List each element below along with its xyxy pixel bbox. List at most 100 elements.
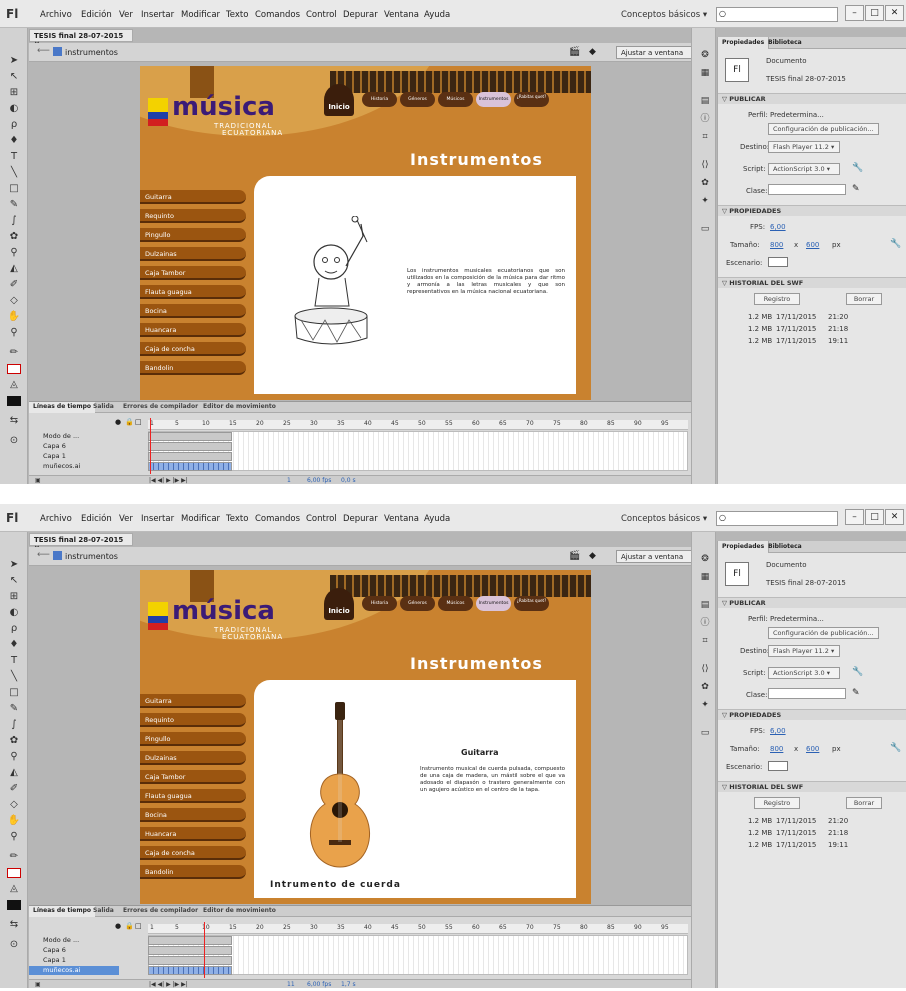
tab-editor-movimiento[interactable]: Editor de movimiento	[199, 906, 280, 917]
snap-icon[interactable]: ⊙	[7, 436, 21, 446]
destino-select[interactable]: Flash Player 11.2 ▾	[768, 141, 840, 153]
nav-instrumentos[interactable]: Instrumentos	[476, 92, 511, 107]
pencil-icon[interactable]: ✎	[852, 184, 860, 194]
menu-comandos[interactable]: Comandos	[255, 514, 300, 524]
frame-rate[interactable]: 6,00 fps	[307, 477, 331, 484]
current-frame[interactable]: 1	[287, 477, 291, 484]
stroke-swatch[interactable]	[7, 868, 21, 878]
selection-tool-icon[interactable]: ➤	[7, 56, 21, 66]
menu-item-requinto[interactable]: Requinto	[140, 713, 246, 727]
close-button[interactable]: ✕	[885, 5, 904, 21]
menu-item-pingullo[interactable]: Pingullo	[140, 732, 246, 746]
tab-propiedades[interactable]: Propiedades	[718, 541, 770, 553]
brush-tool-icon[interactable]: ∫	[7, 216, 21, 226]
menu-item-requinto[interactable]: Requinto	[140, 209, 246, 223]
menu-ver[interactable]: Ver	[119, 10, 133, 20]
menu-edicion[interactable]: Edición	[81, 10, 112, 20]
nav-musicos[interactable]: Músicos	[438, 92, 473, 107]
color-panel-icon[interactable]: ❂	[699, 554, 711, 564]
borrar-button[interactable]: Borrar	[846, 797, 882, 809]
3d-rotation-tool-icon[interactable]: ◐	[7, 104, 21, 114]
tab-lineas-de-tiempo[interactable]: Líneas de tiempo	[29, 402, 96, 413]
tab-errores[interactable]: Errores de compilador	[119, 906, 202, 917]
nav-historia[interactable]: Historia	[362, 92, 397, 107]
nav-generos[interactable]: Géneros	[400, 92, 435, 107]
menu-item-guitarra[interactable]: Guitarra	[140, 694, 246, 708]
stroke-swatch[interactable]	[7, 364, 21, 374]
menu-item-bandolin[interactable]: Bandolin	[140, 865, 246, 879]
menu-item-pingullo[interactable]: Pingullo	[140, 228, 246, 242]
lasso-tool-icon[interactable]: ρ	[7, 624, 21, 634]
pencil-tool-icon[interactable]: ✎	[7, 200, 21, 210]
elapsed-time[interactable]: 0,0 s	[341, 477, 356, 484]
menu-ventana[interactable]: Ventana	[384, 514, 419, 524]
edit-scene-icon[interactable]: 🎬	[569, 551, 580, 561]
menu-control[interactable]: Control	[306, 10, 337, 20]
menu-insertar[interactable]: Insertar	[141, 514, 174, 524]
stage-color-swatch[interactable]	[768, 761, 788, 771]
paint-bucket-icon[interactable]: ◭	[7, 768, 21, 778]
swap-colors-icon[interactable]: ⇆	[7, 416, 21, 426]
edit-symbol-icon[interactable]: ◆	[589, 47, 596, 57]
pencil-tool-icon[interactable]: ✎	[7, 704, 21, 714]
deco-tool-icon[interactable]: ✿	[7, 232, 21, 242]
menu-item-caja-concha[interactable]: Caja de concha	[140, 846, 246, 860]
tab-biblioteca[interactable]: Biblioteca	[764, 37, 806, 49]
components-icon[interactable]: ✿	[699, 682, 711, 692]
tab-lineas-de-tiempo[interactable]: Líneas de tiempo	[29, 906, 96, 917]
menu-ver[interactable]: Ver	[119, 514, 133, 524]
section-publicar[interactable]: ▽ PUBLICAR	[718, 597, 906, 608]
frame-span[interactable]	[148, 956, 232, 965]
info-panel-icon[interactable]: ⓘ	[699, 618, 711, 628]
frame-ruler[interactable]: 1 5 10 15 20 25 30 35 40 45 50 55 60 65 70 75 80 85 90 95	[148, 420, 688, 430]
maximize-button[interactable]: □	[865, 509, 884, 525]
text-tool-icon[interactable]: T	[7, 152, 21, 162]
width-value[interactable]: 800	[770, 241, 783, 249]
section-propiedades[interactable]: ▽ PROPIEDADES	[718, 709, 906, 720]
menu-item-bocina[interactable]: Bocina	[140, 808, 246, 822]
line-tool-icon[interactable]: ╲	[7, 168, 21, 178]
wrench-icon[interactable]: 🔧	[852, 163, 863, 173]
width-value[interactable]: 800	[770, 745, 783, 753]
menu-item-caja-concha[interactable]: Caja de concha	[140, 342, 246, 356]
menu-item-caja-tambor[interactable]: Caja Tambor	[140, 266, 246, 280]
frame-rate[interactable]: 6,00 fps	[307, 981, 331, 988]
registro-button[interactable]: Registro	[754, 797, 800, 809]
motion-presets-icon[interactable]: ✦	[699, 700, 711, 710]
fps-value[interactable]: 6,00	[770, 223, 786, 231]
outline-icon[interactable]: □	[135, 418, 142, 426]
components-icon[interactable]: ✿	[699, 178, 711, 188]
bone-tool-icon[interactable]: ⚲	[7, 752, 21, 762]
stroke-color-icon[interactable]: ✏	[7, 852, 21, 862]
clase-input[interactable]	[768, 688, 846, 699]
motion-presets-icon[interactable]: ✦	[699, 196, 711, 206]
bone-tool-icon[interactable]: ⚲	[7, 248, 21, 258]
document-tab[interactable]: TESIS final 28-07-2015 ×	[29, 533, 133, 552]
publish-settings-button[interactable]: Configuración de publicación...	[768, 627, 879, 639]
menu-item-caja-tambor[interactable]: Caja Tambor	[140, 770, 246, 784]
color-panel-icon[interactable]: ❂	[699, 50, 711, 60]
project-panel-icon[interactable]: ▭	[699, 224, 711, 234]
align-panel-icon[interactable]: ▤	[699, 96, 711, 106]
menu-texto[interactable]: Texto	[226, 10, 248, 20]
eraser-icon[interactable]: ◇	[7, 800, 21, 810]
playback-controls[interactable]: |◀ ◀| ▶ |▶ ▶|	[149, 477, 188, 484]
rectangle-tool-icon[interactable]: □	[7, 688, 21, 698]
menu-edicion[interactable]: Edición	[81, 514, 112, 524]
breadcrumb[interactable]: instrumentos	[65, 48, 118, 57]
stroke-color-icon[interactable]: ✏	[7, 348, 21, 358]
subselection-tool-icon[interactable]: ↖	[7, 576, 21, 586]
nav-generos[interactable]: Géneros	[400, 596, 435, 611]
deco-tool-icon[interactable]: ✿	[7, 736, 21, 746]
registro-button[interactable]: Registro	[754, 293, 800, 305]
selection-tool-icon[interactable]: ➤	[7, 560, 21, 570]
lock-icon[interactable]: 🔒	[125, 418, 134, 426]
tab-editor-movimiento[interactable]: Editor de movimiento	[199, 402, 280, 413]
wrench-icon[interactable]: 🔧	[852, 667, 863, 677]
eye-icon[interactable]: ●	[115, 922, 121, 930]
edit-symbol-icon[interactable]: ◆	[589, 551, 596, 561]
menu-item-huancara[interactable]: Huancara	[140, 323, 246, 337]
hand-tool-icon[interactable]: ✋	[7, 816, 21, 826]
eyedropper-icon[interactable]: ✐	[7, 280, 21, 290]
transform-tool-icon[interactable]: ⊞	[7, 88, 21, 98]
